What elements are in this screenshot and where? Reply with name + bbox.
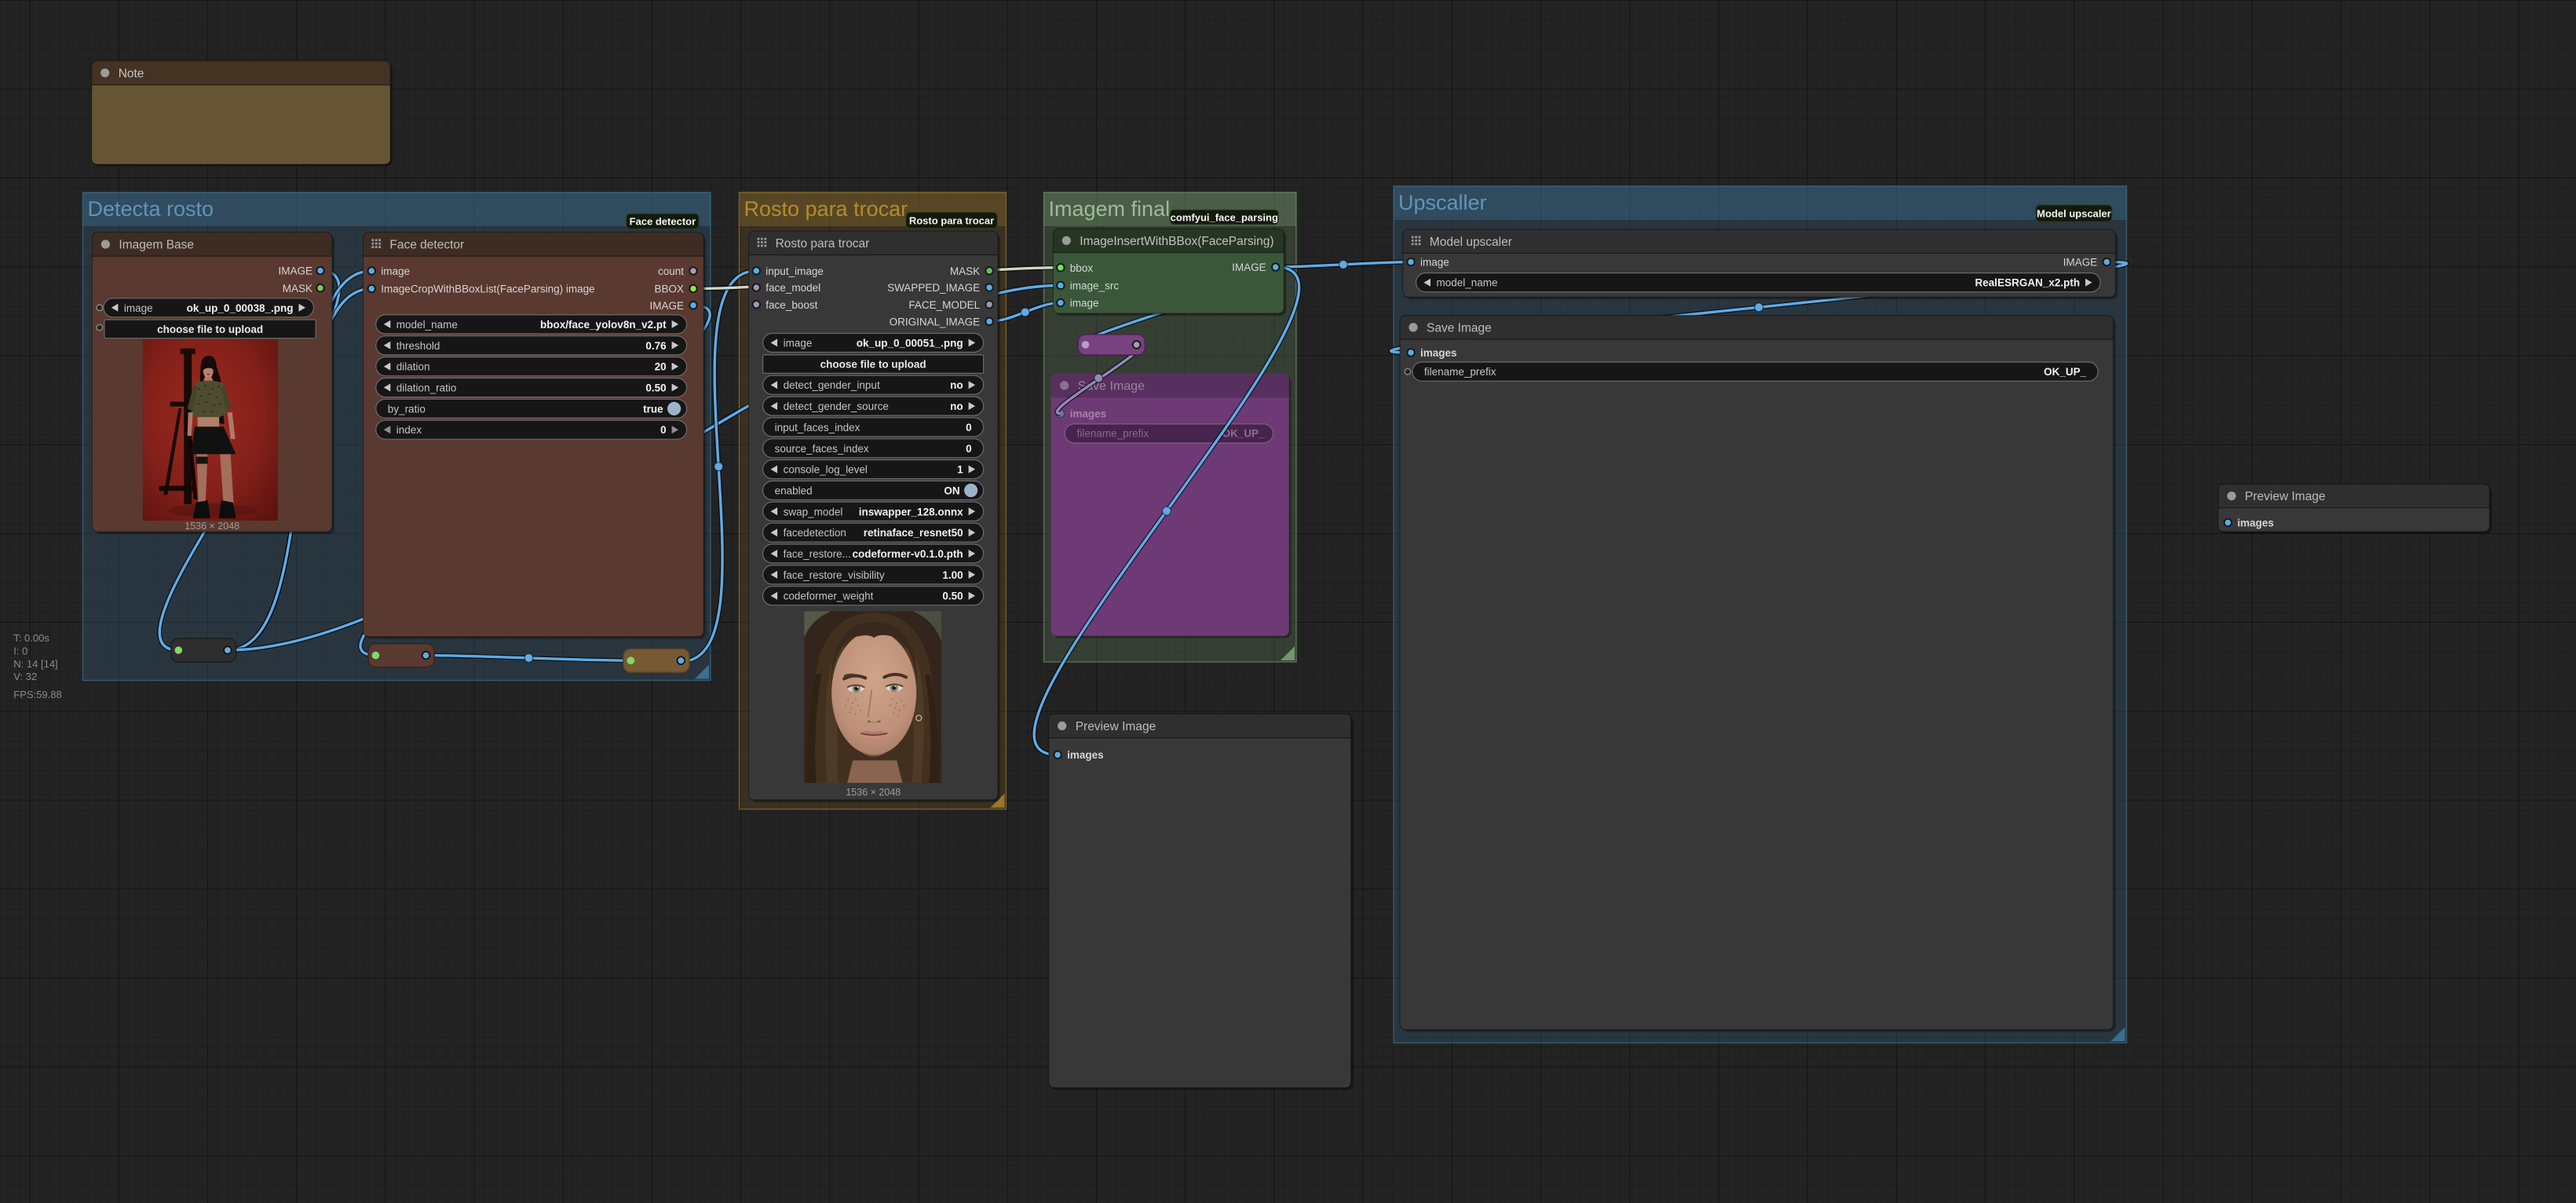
svg-text:retinaface_resnet50: retinaface_resnet50 bbox=[864, 527, 963, 539]
svg-text:MASK: MASK bbox=[283, 283, 312, 294]
svg-text:Model upscaler: Model upscaler bbox=[2037, 208, 2111, 220]
svg-text:20: 20 bbox=[655, 361, 667, 373]
svg-text:Rosto para trocar: Rosto para trocar bbox=[744, 197, 908, 221]
svg-text:OK_UP_: OK_UP_ bbox=[1222, 428, 1266, 440]
svg-text:0: 0 bbox=[966, 443, 972, 455]
svg-text:ON: ON bbox=[944, 485, 959, 497]
svg-text:comfyui_face_parsing: comfyui_face_parsing bbox=[1171, 211, 1278, 223]
svg-text:face_restore...: face_restore... bbox=[784, 548, 851, 560]
svg-text:model_name: model_name bbox=[1437, 277, 1498, 289]
svg-text:Upscaller: Upscaller bbox=[1398, 191, 1487, 214]
svg-text:BBOX: BBOX bbox=[654, 283, 684, 295]
svg-text:threshold: threshold bbox=[396, 340, 440, 352]
svg-text:bbox/face_yolov8n_v2.pt: bbox/face_yolov8n_v2.pt bbox=[540, 319, 667, 331]
svg-text:image: image bbox=[784, 338, 813, 349]
svg-text:image: image bbox=[1070, 298, 1099, 309]
svg-text:I: 0: I: 0 bbox=[13, 645, 27, 657]
svg-text:ImageCropWithBBoxList(FacePars: ImageCropWithBBoxList(FaceParsing) image bbox=[381, 283, 594, 295]
svg-text:V: 32: V: 32 bbox=[13, 671, 37, 682]
svg-text:filename_prefix: filename_prefix bbox=[1424, 366, 1496, 378]
svg-text:facedetection: facedetection bbox=[784, 527, 846, 539]
svg-text:RealESRGAN_x2.pth: RealESRGAN_x2.pth bbox=[1975, 277, 2081, 289]
svg-text:OK_UP_: OK_UP_ bbox=[2044, 366, 2087, 378]
svg-text:0.50: 0.50 bbox=[645, 382, 666, 394]
svg-text:index: index bbox=[396, 424, 422, 436]
svg-text:dilation: dilation bbox=[396, 361, 430, 373]
svg-text:face_boost: face_boost bbox=[765, 299, 817, 311]
svg-text:1536 × 2048: 1536 × 2048 bbox=[185, 521, 239, 532]
svg-text:codeformer_weight: codeformer_weight bbox=[784, 591, 874, 602]
svg-text:ORIGINAL_IMAGE: ORIGINAL_IMAGE bbox=[890, 316, 981, 327]
svg-text:Save Image: Save Image bbox=[1427, 321, 1492, 335]
svg-text:no: no bbox=[950, 400, 963, 412]
svg-text:1: 1 bbox=[957, 464, 963, 476]
svg-text:image: image bbox=[381, 265, 410, 277]
svg-text:image: image bbox=[1420, 257, 1449, 269]
svg-text:console_log_level: console_log_level bbox=[784, 464, 868, 476]
svg-text:images: images bbox=[1067, 749, 1104, 761]
svg-text:ImageInsertWithBBox(FaceParsin: ImageInsertWithBBox(FaceParsing) bbox=[1080, 235, 1273, 248]
svg-text:Imagem final: Imagem final bbox=[1049, 197, 1171, 221]
svg-text:true: true bbox=[643, 403, 663, 415]
svg-text:detect_gender_source: detect_gender_source bbox=[784, 400, 889, 412]
svg-text:IMAGE: IMAGE bbox=[1232, 261, 1266, 273]
svg-text:images: images bbox=[1420, 347, 1457, 359]
svg-text:0: 0 bbox=[966, 422, 972, 433]
svg-text:images: images bbox=[1070, 408, 1107, 420]
svg-text:ok_up_0_00038_.png: ok_up_0_00038_.png bbox=[187, 302, 294, 314]
svg-text:face_model: face_model bbox=[765, 282, 820, 294]
svg-text:FPS:59.88: FPS:59.88 bbox=[13, 689, 61, 700]
svg-text:Rosto para trocar: Rosto para trocar bbox=[909, 214, 994, 226]
svg-text:0: 0 bbox=[660, 424, 667, 436]
svg-text:0.50: 0.50 bbox=[942, 591, 963, 602]
svg-text:choose file to upload: choose file to upload bbox=[157, 324, 263, 335]
svg-text:swap_model: swap_model bbox=[784, 506, 843, 517]
svg-text:Imagem Base: Imagem Base bbox=[119, 239, 194, 252]
svg-text:IMAGE: IMAGE bbox=[2063, 257, 2098, 269]
svg-text:dilation_ratio: dilation_ratio bbox=[396, 382, 457, 394]
svg-text:filename_prefix: filename_prefix bbox=[1077, 428, 1149, 440]
svg-text:image_src: image_src bbox=[1070, 280, 1120, 292]
svg-text:Detecta rosto: Detecta rosto bbox=[88, 197, 214, 221]
svg-text:detect_gender_input: detect_gender_input bbox=[784, 379, 880, 391]
svg-text:IMAGE: IMAGE bbox=[278, 265, 312, 277]
svg-text:Model upscaler: Model upscaler bbox=[1430, 236, 1512, 249]
svg-text:IMAGE: IMAGE bbox=[649, 300, 684, 312]
svg-text:images: images bbox=[2238, 517, 2275, 529]
svg-text:enabled: enabled bbox=[775, 485, 813, 497]
svg-text:Face detector: Face detector bbox=[389, 239, 464, 252]
svg-text:SWAPPED_IMAGE: SWAPPED_IMAGE bbox=[887, 282, 980, 294]
svg-text:0.76: 0.76 bbox=[645, 340, 667, 352]
svg-text:Preview Image: Preview Image bbox=[2245, 490, 2326, 503]
svg-text:Note: Note bbox=[119, 67, 144, 80]
svg-text:FACE_MODEL: FACE_MODEL bbox=[908, 299, 980, 311]
svg-text:Preview Image: Preview Image bbox=[1076, 720, 1156, 733]
svg-text:1.00: 1.00 bbox=[942, 569, 963, 581]
svg-text:T: 0.00s: T: 0.00s bbox=[13, 632, 49, 644]
svg-text:image: image bbox=[124, 302, 153, 314]
svg-text:bbox: bbox bbox=[1070, 262, 1094, 274]
svg-text:count: count bbox=[658, 265, 684, 277]
svg-text:Rosto para trocar: Rosto para trocar bbox=[776, 237, 870, 250]
svg-text:choose file to upload: choose file to upload bbox=[820, 359, 926, 371]
svg-text:ok_up_0_00051_.png: ok_up_0_00051_.png bbox=[857, 338, 963, 349]
svg-text:inswapper_128.onnx: inswapper_128.onnx bbox=[859, 506, 963, 517]
svg-text:1536 × 2048: 1536 × 2048 bbox=[846, 787, 901, 798]
svg-text:N: 14 [14]: N: 14 [14] bbox=[13, 658, 57, 670]
svg-text:face_restore_visibility: face_restore_visibility bbox=[784, 569, 885, 581]
svg-text:source_faces_index: source_faces_index bbox=[775, 443, 869, 455]
svg-text:codeformer-v0.1.0.pth: codeformer-v0.1.0.pth bbox=[853, 548, 963, 560]
svg-text:by_ratio: by_ratio bbox=[388, 403, 426, 415]
svg-text:input_faces_index: input_faces_index bbox=[775, 422, 860, 433]
svg-text:model_name: model_name bbox=[396, 319, 458, 331]
svg-text:no: no bbox=[950, 379, 963, 391]
svg-text:Face detector: Face detector bbox=[630, 216, 696, 228]
svg-text:MASK: MASK bbox=[950, 265, 980, 277]
svg-text:input_image: input_image bbox=[765, 265, 824, 277]
